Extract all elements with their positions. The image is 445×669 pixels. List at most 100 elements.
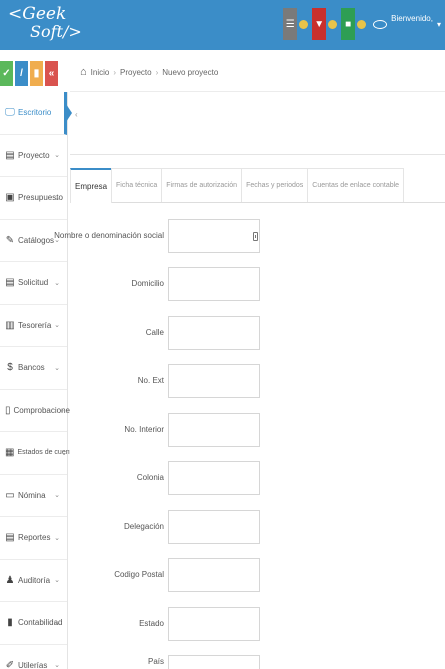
- codigo-postal-field[interactable]: [168, 558, 260, 592]
- sidebar-item-solicitud[interactable]: ▤ Solicitud ⌄: [0, 262, 67, 305]
- logo-line-2: Soft/>: [30, 22, 82, 41]
- list-menu-icon[interactable]: ☰: [283, 8, 298, 40]
- field-label: País: [147, 657, 164, 666]
- tab-firmas-de-autorizacion[interactable]: Firmas de autorización: [161, 168, 243, 202]
- alert-dot-icon: [328, 19, 338, 29]
- user-greeting[interactable]: Bienvenido,: [391, 14, 433, 23]
- sidebar-item-label: Catálogos: [18, 235, 55, 245]
- form-row-codigo-postal: Codigo Postal: [70, 558, 445, 594]
- chevron-down-icon: ⌄: [54, 662, 60, 669]
- field-keypad-icon[interactable]: [253, 232, 258, 241]
- sidebar-item-comprobaciones[interactable]: ▯ Comprobaciones ⌄: [0, 390, 74, 432]
- file-icon: ▯: [5, 404, 11, 416]
- sidebar-item-presupuesto[interactable]: ▣ Presupuesto ⌄: [0, 177, 67, 220]
- safe-icon: ▥: [5, 319, 15, 331]
- alert-icon[interactable]: ▼: [312, 8, 327, 40]
- breadcrumb-separator: ›: [155, 67, 159, 77]
- tasks-icon[interactable]: ■: [341, 8, 356, 40]
- delegacion-field[interactable]: [168, 510, 260, 544]
- estado-field[interactable]: [168, 607, 260, 641]
- calculator-icon: ▣: [5, 192, 15, 204]
- field-label: No. Ext: [137, 376, 164, 385]
- breadcrumb-inicio[interactable]: Inicio: [91, 68, 110, 77]
- breadcrumb-separator: ›: [113, 67, 117, 77]
- card-icon: ▭: [5, 489, 15, 501]
- form-row-no-ext: No. Ext: [70, 364, 445, 400]
- app-logo[interactable]: <Geek Soft/>: [8, 4, 82, 41]
- user-avatar-icon[interactable]: [373, 19, 388, 29]
- chevron-down-icon: ⌄: [54, 534, 60, 542]
- edit-icon: ✎: [5, 234, 15, 246]
- top-bar: <Geek Soft/> ☰ ▼ ■ Bienvenido, ▾: [0, 0, 445, 50]
- sidebar-item-tesoreria[interactable]: ▥ Tesorería ⌄: [0, 305, 67, 347]
- field-label: Calle: [145, 328, 164, 337]
- tab-cuentas-de-enlace-contable[interactable]: Cuentas de enlace contable: [307, 168, 405, 202]
- chevron-down-icon: ⌄: [59, 407, 65, 415]
- sidebar-item-estados-de-cuentas[interactable]: ▦ Estados de cuentas ⌄: [0, 432, 79, 475]
- form-row-delegacion: Delegación: [70, 510, 445, 546]
- nombre-field[interactable]: [168, 219, 260, 253]
- sidebar-item-nomina[interactable]: ▭ Nómina ⌄: [0, 475, 67, 517]
- sidebar-item-label: Auditoría: [18, 575, 51, 585]
- chevron-down-icon: ⌄: [54, 194, 60, 202]
- chevron-down-icon: ⌄: [54, 577, 60, 585]
- form-row-pais: País: [70, 655, 445, 669]
- tab-empresa[interactable]: Empresa: [70, 168, 113, 203]
- breadcrumb: ⌂ Inicio › Proyecto › Nuevo proyecto: [80, 66, 218, 78]
- field-label: Codigo Postal: [114, 570, 164, 579]
- shortcut-check-icon[interactable]: ✓: [0, 61, 13, 86]
- field-label: Colonia: [136, 473, 164, 482]
- logo-line-1: <Geek: [8, 4, 67, 24]
- sidebar: 🖵 Escritorio ▤ Proyecto ⌄ ▣ Presupuesto …: [0, 92, 79, 669]
- report-icon: ▤: [5, 532, 15, 544]
- home-icon[interactable]: ⌂: [80, 66, 87, 78]
- breadcrumb-nuevo-proyecto: Nuevo proyecto: [162, 67, 219, 77]
- caret-down-icon[interactable]: ▾: [437, 20, 441, 29]
- tab-bar: Empresa Ficha técnica Firmas de autoriza…: [70, 168, 445, 203]
- sidebar-item-escritorio[interactable]: 🖵 Escritorio: [0, 92, 72, 135]
- domicilio-field[interactable]: [168, 267, 260, 301]
- shortcut-share-icon[interactable]: «: [45, 61, 58, 86]
- chevron-down-icon: ⌄: [54, 492, 60, 500]
- form-row-colonia: Colonia: [70, 461, 445, 497]
- no-ext-field[interactable]: [168, 364, 260, 398]
- shortcut-bar: ✓ / ▮ «: [0, 61, 60, 86]
- calle-field[interactable]: [168, 316, 260, 350]
- no-interior-field[interactable]: [168, 413, 260, 447]
- table-icon: ▦: [5, 447, 15, 459]
- building-icon: ▤: [5, 149, 15, 161]
- sidebar-item-utilerias[interactable]: ✐ Utilerías ⌄: [0, 645, 67, 669]
- breadcrumb-divider: [70, 91, 445, 92]
- field-label: Domicilio: [131, 279, 164, 288]
- field-label: Estado: [139, 619, 164, 628]
- sidebar-item-auditoria[interactable]: ♟ Auditoría ⌄: [0, 560, 67, 602]
- tab-fechas-y-periodos[interactable]: Fechas y periodos: [241, 168, 309, 202]
- shortcut-pencil-icon[interactable]: /: [15, 61, 28, 86]
- sidebar-item-label: Proyecto: [18, 150, 50, 160]
- colonia-field[interactable]: [168, 461, 260, 495]
- sidebar-item-label: Tesorería: [18, 320, 52, 330]
- notification-dot-icon: [299, 19, 309, 29]
- top-icons: ☰ ▼ ■ Bienvenido, ▾: [283, 8, 441, 40]
- sidebar-item-bancos[interactable]: $ Bancos ⌄: [0, 347, 67, 390]
- list-icon: ▤: [5, 277, 15, 289]
- dollar-icon: $: [7, 362, 13, 374]
- field-label: Delegación: [123, 522, 164, 531]
- shortcut-flag-icon[interactable]: ▮: [30, 61, 43, 86]
- sidebar-item-catalogos[interactable]: ✎ Catálogos ⌄: [0, 220, 67, 262]
- breadcrumb-proyecto[interactable]: Proyecto: [120, 68, 152, 77]
- chevron-down-icon: ⌄: [61, 449, 67, 457]
- form-row-domicilio: Domicilio: [70, 267, 445, 303]
- collapse-sidebar-icon[interactable]: ‹: [75, 110, 78, 119]
- user-icon: ♟: [5, 574, 15, 586]
- form-row-nombre: Nombre o denominación social: [54, 219, 445, 255]
- sidebar-item-reportes[interactable]: ▤ Reportes ⌄: [0, 517, 67, 560]
- pais-field[interactable]: [168, 655, 260, 669]
- sidebar-item-proyecto[interactable]: ▤ Proyecto ⌄: [0, 135, 67, 177]
- wrench-icon: ✐: [5, 659, 15, 669]
- sidebar-item-label: Reportes: [18, 533, 51, 543]
- sidebar-item-label: Bancos: [18, 363, 45, 373]
- sidebar-item-label: Escritorio: [18, 108, 52, 118]
- sidebar-item-contabilidad[interactable]: ▮ Contabilidad ⌄: [0, 602, 67, 645]
- tab-ficha-tecnica[interactable]: Ficha técnica: [111, 168, 163, 202]
